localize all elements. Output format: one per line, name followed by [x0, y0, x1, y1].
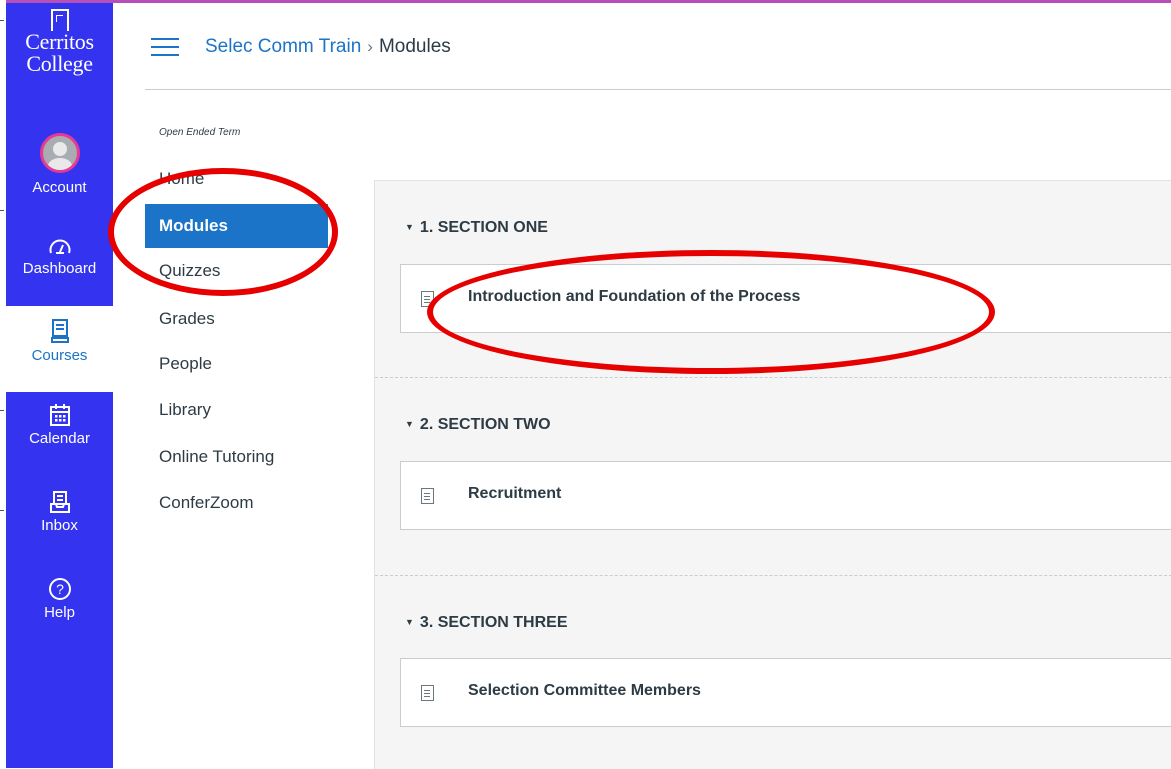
header-divider: [145, 89, 1171, 90]
course-nav-grades[interactable]: Grades: [159, 309, 215, 329]
module-header[interactable]: ▼ 1. SECTION ONE: [405, 219, 548, 237]
svg-text:?: ?: [56, 581, 64, 597]
calendar-icon: [49, 404, 70, 426]
module-divider: [375, 575, 1171, 576]
college-logo[interactable]: Cerritos College: [6, 9, 113, 75]
logo-line-2: College: [26, 51, 93, 76]
nav-calendar-label: Calendar: [29, 430, 90, 447]
module-item[interactable]: Recruitment: [400, 461, 1171, 530]
nav-courses[interactable]: Courses: [6, 306, 113, 392]
module-item-title[interactable]: Selection Committee Members: [468, 682, 701, 700]
crest-icon: [50, 9, 69, 31]
nav-account-label: Account: [32, 179, 87, 196]
nav-help[interactable]: ? Help: [6, 577, 113, 637]
nav-help-label: Help: [44, 604, 75, 621]
module-title: 2. SECTION TWO: [419, 416, 551, 433]
breadcrumb: Selec Comm Train › Modules: [205, 36, 451, 58]
dashboard-icon: [49, 239, 70, 254]
collapse-caret-icon[interactable]: ▼: [405, 617, 414, 627]
module-title: 1. SECTION ONE: [419, 219, 548, 236]
nav-account[interactable]: Account: [6, 133, 113, 203]
annotation-ellipse-first-item: [427, 250, 995, 374]
module-item-title[interactable]: Recruitment: [468, 485, 561, 503]
nav-dashboard-label: Dashboard: [22, 260, 97, 277]
hamburger-icon: [151, 38, 179, 40]
inbox-icon: [49, 491, 70, 513]
course-nav-library[interactable]: Library: [159, 400, 211, 420]
nav-inbox[interactable]: Inbox: [6, 490, 113, 550]
module-item[interactable]: Selection Committee Members: [400, 658, 1171, 727]
avatar: [39, 133, 80, 173]
nav-courses-label: Courses: [31, 347, 88, 364]
collapse-caret-icon[interactable]: ▼: [405, 419, 414, 429]
window-top-border: [0, 0, 1171, 3]
collapse-caret-icon[interactable]: ▼: [405, 222, 414, 232]
course-nav-conferzoom[interactable]: ConferZoom: [159, 493, 253, 513]
nav-dashboard[interactable]: Dashboard: [6, 235, 113, 295]
menu-toggle-button[interactable]: [151, 38, 179, 58]
document-icon: [421, 685, 434, 701]
nav-inbox-label: Inbox: [41, 517, 78, 534]
module-header[interactable]: ▼ 2. SECTION TWO: [405, 416, 551, 434]
breadcrumb-separator-icon: ›: [367, 37, 373, 56]
module-title: 3. SECTION THREE: [419, 614, 568, 631]
module-header[interactable]: ▼ 3. SECTION THREE: [405, 614, 568, 632]
breadcrumb-current: Modules: [378, 36, 451, 57]
courses-icon: [50, 319, 69, 343]
breadcrumb-course-link[interactable]: Selec Comm Train: [205, 36, 361, 57]
help-icon: ?: [48, 578, 71, 600]
course-nav-online-tutoring[interactable]: Online Tutoring: [159, 447, 274, 467]
global-navigation: Cerritos College Account Dashboard Cours…: [6, 3, 113, 768]
document-icon: [421, 488, 434, 504]
annotation-ellipse-modules: [108, 168, 338, 296]
course-nav-people[interactable]: People: [159, 354, 212, 374]
module-divider: [375, 377, 1171, 378]
nav-calendar[interactable]: Calendar: [6, 403, 113, 463]
course-term: Open Ended Term: [159, 127, 241, 138]
logo-line-1: Cerritos: [25, 29, 94, 54]
